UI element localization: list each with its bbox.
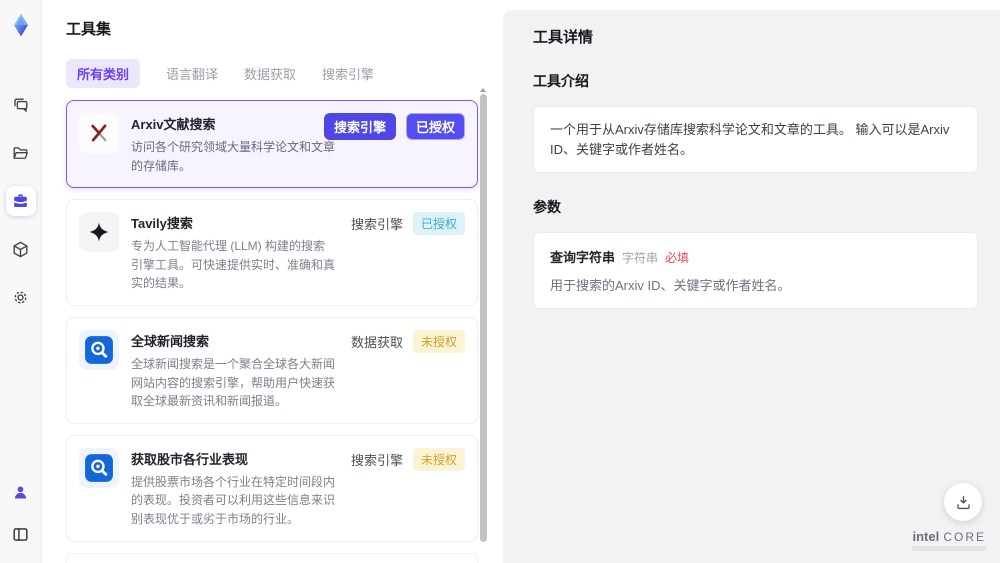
- brand-intel-text: intel: [912, 529, 940, 544]
- param-head: 查询字符串 字符串 必填: [550, 247, 961, 266]
- intel-core-logo: intel CORE: [912, 529, 986, 551]
- tool-card[interactable]: Tavily搜索 专为人工智能代理 (LLM) 构建的搜索引擎工具。可快速提供实…: [66, 199, 478, 306]
- tool-meta: 搜索引擎 已授权: [323, 113, 465, 140]
- category-tabs: 所有类别 语言翻译 数据获取 搜索引擎: [66, 59, 502, 88]
- param-type: 字符串: [622, 251, 659, 265]
- user-avatar[interactable]: [6, 477, 36, 507]
- intro-heading: 工具介绍: [533, 73, 589, 89]
- params-heading: 参数: [533, 199, 561, 215]
- user-icon: [14, 485, 27, 498]
- details-title: 工具详情: [533, 29, 594, 46]
- tool-card[interactable]: 获取股市各行业表现 提供股票市场各个行业在特定时间段内的表现。投资者可以利用这些…: [66, 434, 478, 542]
- tool-status-badge: 已授权: [405, 113, 465, 140]
- sidebar-item-packages[interactable]: [6, 234, 36, 264]
- param-card: 查询字符串 字符串 必填 用于搜索的Arxiv ID、关键字或作者姓名。: [533, 232, 978, 309]
- download-button[interactable]: [944, 483, 982, 521]
- briefcase-icon: [14, 193, 27, 207]
- tool-meta: 搜索引擎 已授权: [350, 212, 465, 236]
- tool-details-panel: 工具详情 工具介绍 一个用于从Arxiv存储库搜索科学论文和文章的工具。 输入可…: [503, 10, 1000, 563]
- tool-list-panel: 工具集 所有类别 语言翻译 数据获取 搜索引擎 Arxiv文献搜索 访问各个研究…: [42, 0, 502, 563]
- tool-description: 访问各个研究领域大量科学论文和文章的存储库。: [131, 140, 336, 173]
- tab-all-categories[interactable]: 所有类别: [66, 59, 141, 88]
- tool-list: Arxiv文献搜索 访问各个研究领域大量科学论文和文章的存储库。 搜索引擎 已授…: [66, 100, 478, 563]
- tab-search-engine[interactable]: 搜索引擎: [322, 64, 374, 83]
- sidebar-item-chat[interactable]: [6, 90, 36, 120]
- tool-description: 全球新闻搜索是一个聚合全球各大新闻网站内容的搜索引擎，帮助用户快速获取全球最新资…: [131, 356, 336, 409]
- tool-category-badge: 数据获取: [350, 334, 403, 350]
- sidebar-nav: [5, 90, 36, 312]
- param-description: 用于搜索的Arxiv ID、关键字或作者姓名。: [550, 278, 791, 293]
- sidebar-item-settings[interactable]: [6, 282, 36, 312]
- tool-description: 提供股票市场各个行业在特定时间段内的表现。投资者可以利用这些信息来识别表现优于或…: [131, 474, 336, 526]
- left-sidebar: [0, 0, 42, 563]
- tab-language-translation[interactable]: 语言翻译: [166, 64, 218, 83]
- panel-toggle-icon: [13, 527, 28, 541]
- tool-card[interactable]: Arxiv文献搜索 访问各个研究领域大量科学论文和文章的存储库。 搜索引擎 已授…: [66, 100, 478, 189]
- tool-category-badge: 搜索引擎: [350, 217, 403, 233]
- tool-category-badge: 搜索引擎: [323, 113, 396, 140]
- tool-status-badge: 已授权: [412, 212, 465, 236]
- intro-card: 一个用于从Arxiv存储库搜索科学论文和文章的工具。 输入可以是Arxiv ID…: [533, 106, 978, 173]
- qblue-icon: [79, 329, 119, 370]
- download-icon: [956, 495, 970, 509]
- tool-status-badge: 未授权: [412, 447, 465, 471]
- sidebar-item-files[interactable]: [6, 138, 36, 168]
- gear-icon: [14, 291, 27, 303]
- arxiv-icon: [79, 113, 119, 153]
- folder-icon: [13, 146, 28, 159]
- cube-icon: [13, 241, 28, 257]
- collapse-sidebar-button[interactable]: [6, 519, 36, 549]
- brand-underline: [912, 546, 986, 551]
- tool-status-badge: 未授权: [412, 329, 465, 353]
- param-required-badge: 必填: [665, 251, 690, 265]
- scrollbar-thumb[interactable]: [479, 94, 487, 542]
- sidebar-item-tools[interactable]: [5, 186, 36, 216]
- tool-meta: 搜索引擎 未授权: [350, 447, 465, 471]
- qblue-icon: [79, 447, 119, 488]
- tool-category-badge: 搜索引擎: [350, 452, 403, 468]
- tab-data-acquisition[interactable]: 数据获取: [244, 64, 296, 83]
- sidebar-bottom: [6, 477, 36, 549]
- param-name: 查询字符串: [550, 250, 616, 265]
- page-title: 工具集: [66, 21, 112, 38]
- brand-core-text: CORE: [943, 530, 986, 544]
- tavily-icon: [79, 212, 119, 253]
- list-scrollbar[interactable]: [479, 88, 487, 559]
- chat-icon: [14, 97, 28, 112]
- app-logo-icon[interactable]: [8, 12, 34, 38]
- tool-card[interactable]: 获取市场最活跃股票信息 提供当天交易量最高的股票列表。投资者可以利用这些信息来识…: [66, 552, 478, 563]
- app-window: 工具集 所有类别 语言翻译 数据获取 搜索引擎 Arxiv文献搜索 访问各个研究…: [0, 0, 1000, 563]
- scroll-up-icon[interactable]: [480, 88, 486, 92]
- tool-card[interactable]: 全球新闻搜索 全球新闻搜索是一个聚合全球各大新闻网站内容的搜索引擎，帮助用户快速…: [66, 316, 478, 424]
- tool-meta: 数据获取 未授权: [350, 329, 465, 353]
- tool-description: 专为人工智能代理 (LLM) 构建的搜索引擎工具。可快速提供实时、准确和真实的结…: [131, 239, 336, 291]
